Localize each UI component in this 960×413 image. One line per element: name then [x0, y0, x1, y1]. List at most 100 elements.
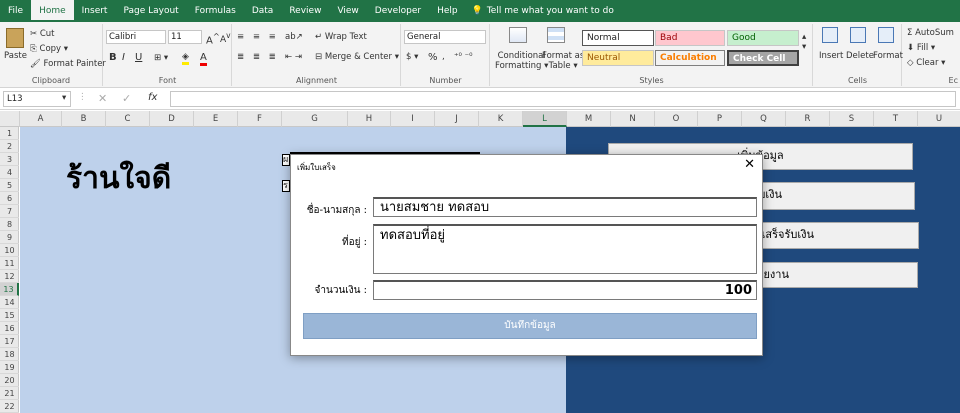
column-header[interactable]: E [194, 111, 238, 127]
clear-button[interactable]: ◇ Clear ▾ [907, 58, 945, 68]
insert-button[interactable]: Insert [819, 51, 843, 61]
row-header[interactable]: 20 [0, 374, 19, 387]
tab-review[interactable]: Review [281, 0, 329, 22]
column-header[interactable]: U [918, 111, 960, 127]
column-header[interactable]: C [106, 111, 150, 127]
style-good[interactable]: Good [727, 30, 799, 46]
tab-help[interactable]: Help [429, 0, 466, 22]
name-box-dropdown-icon[interactable]: ▾ [62, 93, 66, 103]
column-header[interactable]: B [62, 111, 106, 127]
row-header[interactable]: 4 [0, 166, 19, 179]
italic-button[interactable]: I [122, 52, 125, 63]
column-header[interactable]: T [874, 111, 918, 127]
row-header[interactable]: 5 [0, 179, 19, 192]
select-all-corner[interactable] [0, 111, 20, 127]
increase-font-icon[interactable]: A^ [206, 31, 220, 46]
tab-formulas[interactable]: Formulas [187, 0, 244, 22]
format-button[interactable]: Format [873, 51, 903, 61]
style-bad[interactable]: Bad [655, 30, 725, 46]
insert-function-icon[interactable]: fx [148, 92, 157, 103]
bold-button[interactable]: B [109, 52, 117, 63]
fill-button[interactable]: ⬇ Fill ▾ [907, 43, 935, 53]
row-header[interactable]: 2 [0, 140, 19, 153]
row-header[interactable]: 12 [0, 270, 19, 283]
sheet-textbox-1[interactable]: ผ [282, 154, 290, 166]
tab-home[interactable]: Home [31, 0, 74, 22]
column-header[interactable]: D [150, 111, 194, 127]
cancel-icon[interactable]: ✕ [98, 92, 107, 105]
currency-icon[interactable]: $ ▾ [406, 52, 418, 62]
fill-color-icon[interactable]: ◈ [182, 52, 189, 65]
delete-button[interactable]: Delete [846, 51, 874, 61]
row-header[interactable]: 8 [0, 218, 19, 231]
row-header[interactable]: 11 [0, 257, 19, 270]
column-header[interactable]: O [655, 111, 698, 127]
style-normal[interactable]: Normal [582, 30, 654, 46]
align-top-icons[interactable]: ≡ ≡ ≡ [237, 32, 279, 42]
row-header[interactable]: 14 [0, 296, 19, 309]
number-format-select[interactable]: General [404, 30, 486, 44]
name-box[interactable]: L13 [3, 91, 71, 107]
tab-file[interactable]: File [0, 0, 31, 22]
amount-field[interactable]: 100 [373, 280, 757, 300]
font-color-icon[interactable]: A [200, 52, 207, 66]
name-field[interactable]: นายสมชาย ทดสอบ [373, 197, 757, 217]
row-header[interactable]: 22 [0, 400, 19, 413]
tab-view[interactable]: View [329, 0, 366, 22]
column-header[interactable]: K [479, 111, 523, 127]
save-button[interactable]: บันทึกข้อมูล [303, 313, 757, 339]
column-header[interactable]: J [435, 111, 479, 127]
row-header[interactable]: 1 [0, 127, 19, 140]
address-field[interactable]: ทดสอบที่อยู่ [373, 224, 757, 274]
row-header[interactable]: 19 [0, 361, 19, 374]
merge-center-button[interactable]: ⊟ Merge & Center ▾ [315, 52, 399, 62]
sheet-textbox-2[interactable]: ร [282, 180, 290, 192]
column-header[interactable]: A [20, 111, 62, 127]
row-header[interactable]: 15 [0, 309, 19, 322]
formula-input[interactable] [170, 91, 956, 107]
enter-icon[interactable]: ✓ [122, 92, 131, 105]
column-header[interactable]: I [391, 111, 435, 127]
format-painter-button[interactable]: 🖌 Format Painter [30, 59, 106, 69]
format-as-table-button[interactable]: Format as Table ▾ [542, 51, 584, 71]
style-calculation[interactable]: Calculation [655, 50, 725, 66]
row-header[interactable]: 6 [0, 192, 19, 205]
tell-me-box[interactable]: 💡 Tell me what you want to do [472, 6, 614, 16]
column-header[interactable]: N [611, 111, 655, 127]
decrease-font-icon[interactable]: Av [220, 31, 231, 45]
column-header[interactable]: F [238, 111, 282, 127]
tab-developer[interactable]: Developer [367, 0, 429, 22]
cut-button[interactable]: ✂ Cut [30, 29, 54, 39]
column-header[interactable]: R [786, 111, 830, 127]
column-header[interactable]: P [698, 111, 742, 127]
percent-button[interactable]: % [428, 52, 438, 63]
copy-button[interactable]: ⎘ Copy ▾ [30, 44, 68, 54]
row-header[interactable]: 18 [0, 348, 19, 361]
row-header[interactable]: 3 [0, 153, 19, 166]
tab-data[interactable]: Data [244, 0, 282, 22]
row-header[interactable]: 16 [0, 322, 19, 335]
tab-page-layout[interactable]: Page Layout [115, 0, 186, 22]
conditional-formatting-button[interactable]: Conditional Formatting ▾ [495, 51, 548, 71]
indent-icons[interactable]: ⇤ ⇥ [285, 52, 302, 62]
column-header[interactable]: G [282, 111, 348, 127]
font-name-select[interactable]: Calibri [106, 30, 166, 44]
comma-icon[interactable]: , [442, 52, 445, 62]
column-header[interactable]: H [348, 111, 391, 127]
row-header[interactable]: 9 [0, 231, 19, 244]
underline-button[interactable]: U [135, 52, 142, 63]
decimal-icons[interactable]: ⁺⁰ ⁻⁰ [454, 52, 473, 62]
column-header[interactable]: S [830, 111, 874, 127]
style-neutral[interactable]: Neutral [582, 50, 654, 66]
row-header[interactable]: 17 [0, 335, 19, 348]
row-header[interactable]: 7 [0, 205, 19, 218]
styles-scroll-icon[interactable]: ▴ ▾ [802, 32, 806, 52]
borders-icon[interactable]: ⊞ ▾ [154, 53, 168, 63]
autosum-button[interactable]: Σ AutoSum [907, 28, 954, 38]
row-header-selected[interactable]: 13 [0, 283, 19, 296]
style-check-cell[interactable]: Check Cell [727, 50, 799, 66]
close-icon[interactable]: ✕ [744, 157, 755, 172]
column-header-selected[interactable]: L [523, 111, 567, 127]
column-header[interactable]: M [567, 111, 611, 127]
font-size-select[interactable]: 11 [168, 30, 202, 44]
